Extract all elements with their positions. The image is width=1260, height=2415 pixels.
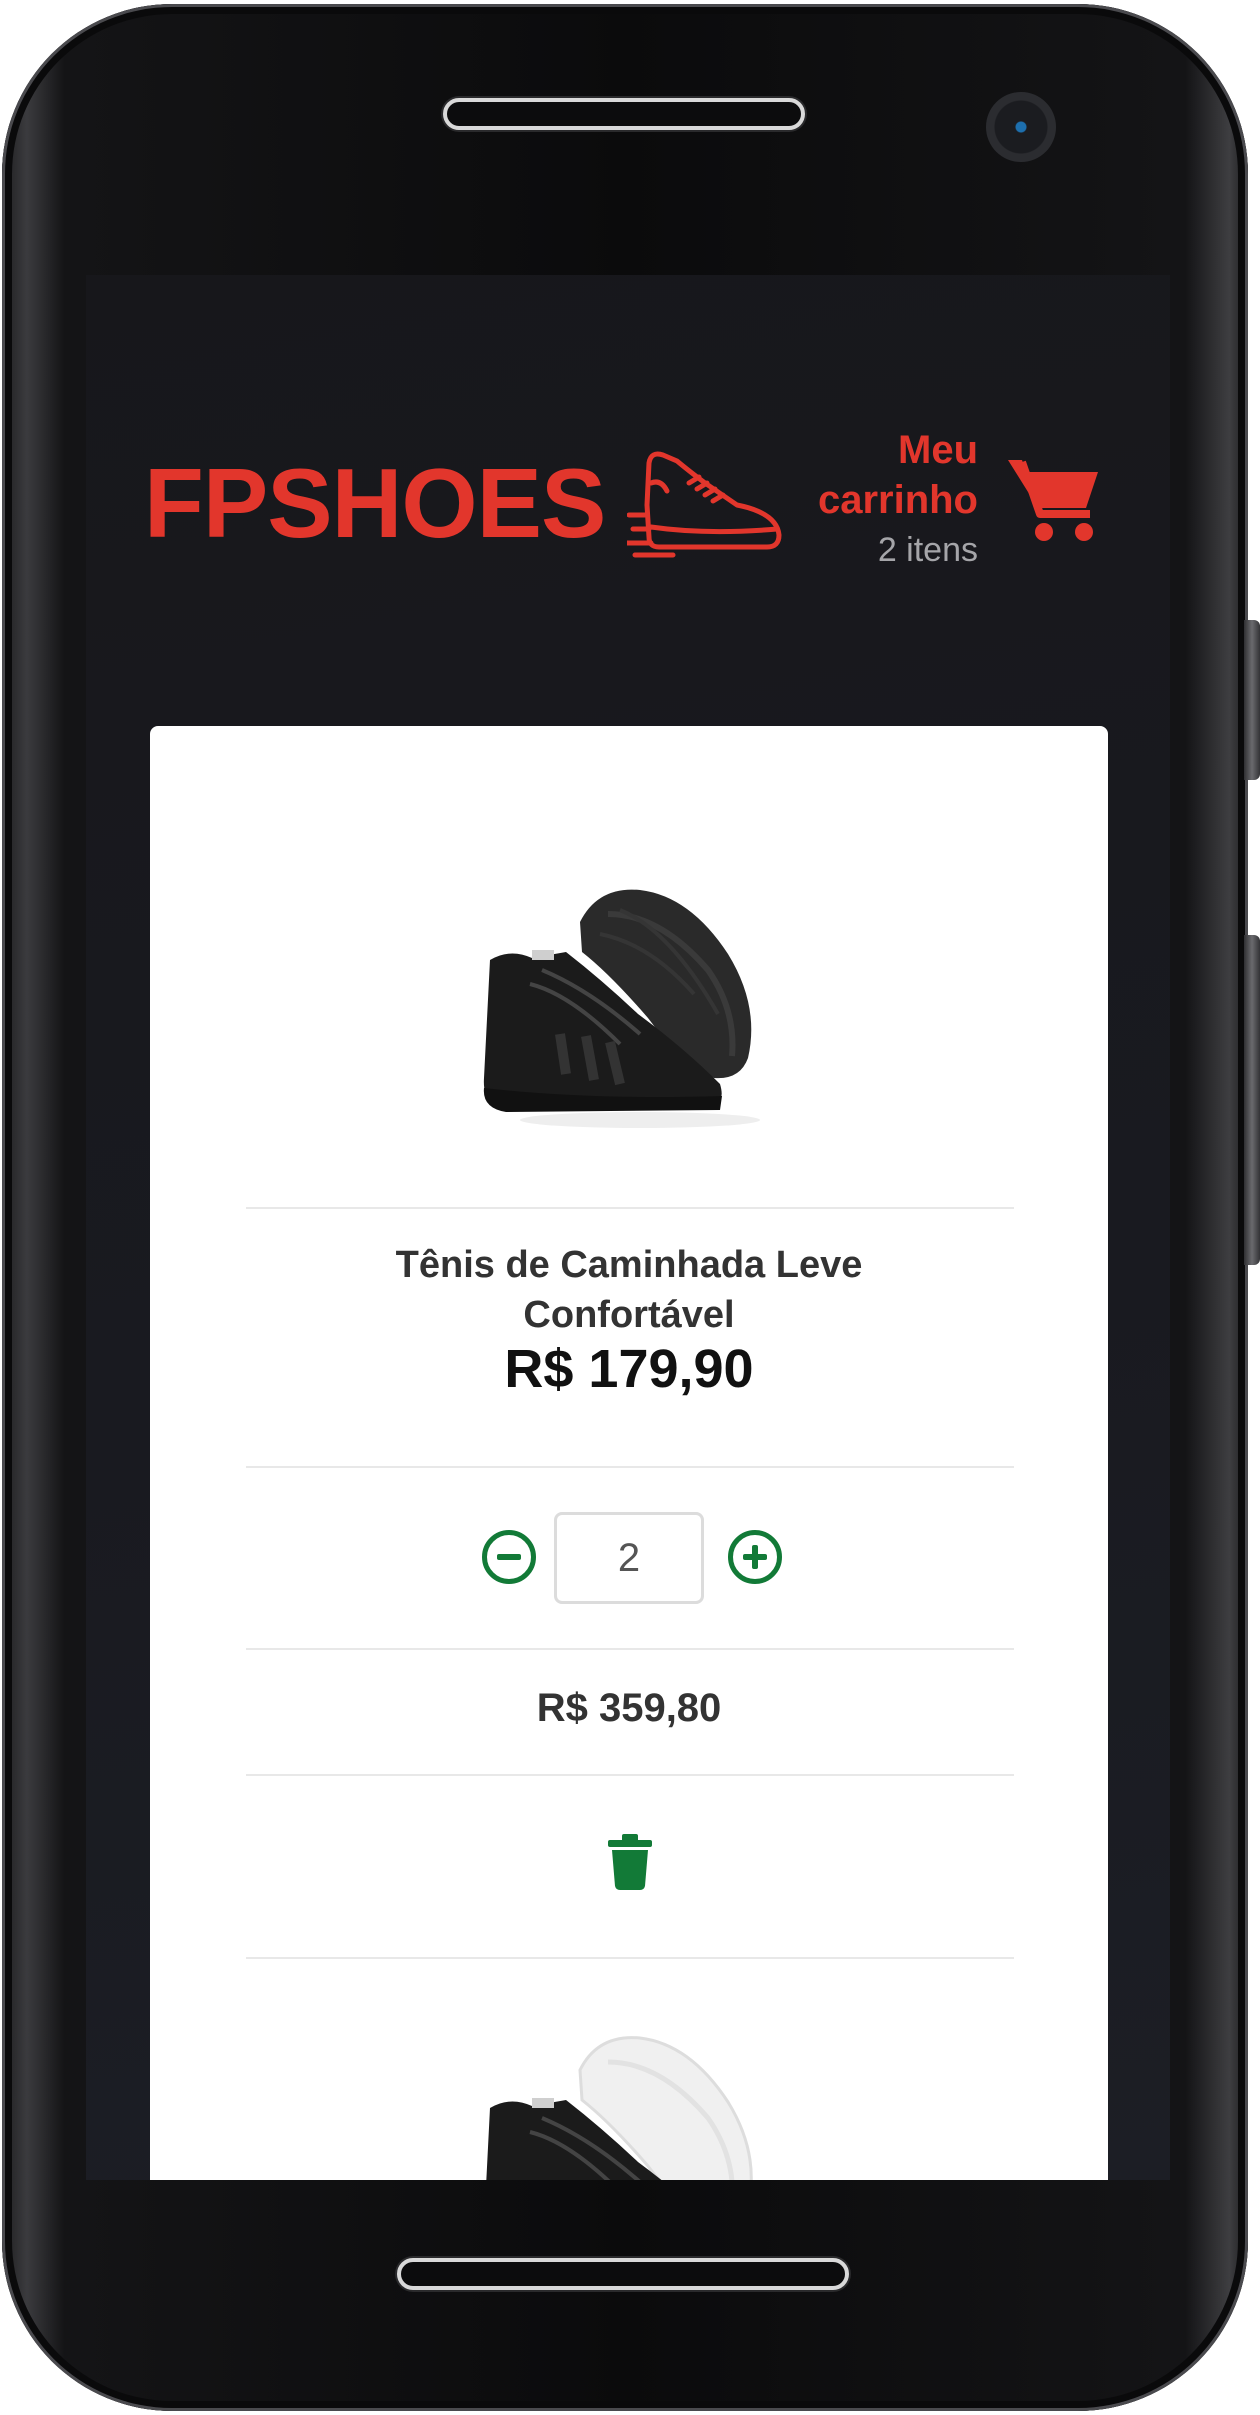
cart-text: Meu carrinho 2 itens	[798, 425, 978, 575]
remove-item-button[interactable]	[606, 1834, 654, 1890]
trash-icon	[608, 1834, 652, 1890]
earpiece-speaker	[443, 98, 805, 130]
quantity-input[interactable]	[554, 1512, 704, 1604]
cart-item-count: 2 itens	[877, 531, 978, 569]
app-header: FPSHOES Meu carrinho 2 itens	[86, 275, 1170, 725]
cart-label: Meu carrinho	[817, 428, 978, 522]
app-screen: FPSHOES Meu carrinho 2 itens Tênis de Ca…	[86, 275, 1170, 2180]
power-button	[1244, 935, 1260, 1265]
front-camera	[986, 92, 1056, 162]
product-title: Tênis de Caminhada Leve Confortável	[395, 1244, 863, 1336]
divider	[246, 1957, 1014, 1959]
increase-quantity-button[interactable]	[728, 1530, 782, 1584]
item-subtotal: R$ 359,80	[536, 1686, 722, 1730]
divider	[246, 1207, 1014, 1209]
product-unit-price: R$ 179,90	[504, 1339, 754, 1399]
plus-vertical	[752, 1545, 758, 1569]
divider	[246, 1466, 1014, 1468]
decrease-quantity-button[interactable]	[482, 1530, 536, 1584]
cart-icon	[1008, 460, 1098, 541]
running-shoe-icon	[627, 451, 782, 558]
cart-summary[interactable]: Meu carrinho 2 itens	[798, 425, 1102, 575]
brand-logo[interactable]: FPSHOES	[144, 443, 787, 563]
bottom-speaker	[397, 2258, 849, 2290]
product-image	[486, 2036, 753, 2180]
cart-item-card: Tênis de Caminhada Leve Confortável R$ 1…	[150, 726, 1108, 2180]
quantity-stepper	[150, 1512, 1108, 1604]
brand-name: FPSHOES	[144, 448, 606, 558]
volume-button	[1244, 620, 1260, 780]
product-image	[483, 889, 760, 1128]
minus-circle-icon	[497, 1554, 521, 1560]
divider	[246, 1774, 1014, 1776]
divider	[246, 1648, 1014, 1650]
